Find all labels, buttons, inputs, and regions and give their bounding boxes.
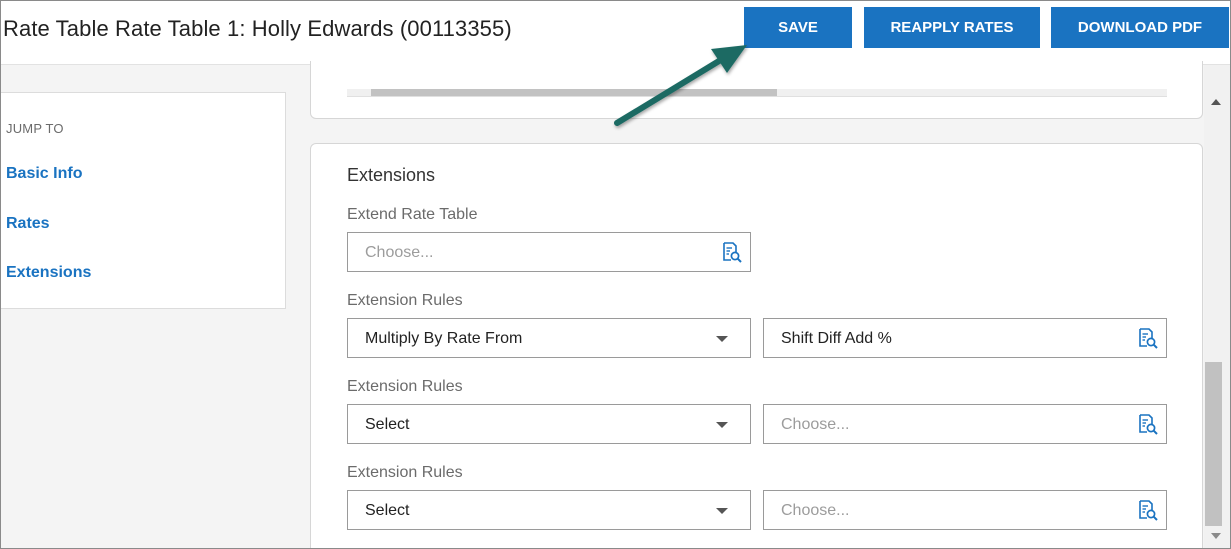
extend-rate-table-label: Extend Rate Table	[347, 206, 478, 223]
page-title: Rate Table Rate Table 1: Holly Edwards (…	[3, 16, 512, 41]
extension-rule-select[interactable]: Select	[347, 404, 751, 444]
extension-rules-label: Extension Rules	[347, 378, 463, 395]
extension-rule-lookup-placeholder: Choose...	[781, 416, 850, 433]
app-window: Rate Table Rate Table 1: Holly Edwards (…	[0, 0, 1231, 549]
lookup-search-icon[interactable]	[1135, 412, 1159, 436]
chevron-down-icon	[716, 336, 728, 342]
extend-rate-table-placeholder: Choose...	[365, 244, 434, 261]
extension-rule-select-value: Select	[365, 416, 410, 433]
extension-rule-lookup[interactable]: Choose...	[763, 490, 1167, 530]
reapply-rates-button[interactable]: REAPPLY RATES	[864, 7, 1040, 48]
extension-rule-lookup-placeholder: Choose...	[781, 502, 850, 519]
extension-rule-select-value: Select	[365, 502, 410, 519]
extension-rule-select[interactable]: Multiply By Rate From	[347, 318, 751, 358]
extensions-card: Extensions Extend Rate Table Choose... E…	[310, 143, 1203, 548]
jump-link-rates[interactable]: Rates	[6, 215, 50, 233]
lookup-search-icon[interactable]	[1135, 326, 1159, 350]
chevron-down-icon	[716, 422, 728, 428]
extension-rule-lookup[interactable]: Shift Diff Add %	[763, 318, 1167, 358]
lookup-search-icon[interactable]	[719, 240, 743, 264]
horizontal-scrollbar-thumb[interactable]	[371, 89, 777, 96]
lookup-search-icon[interactable]	[1135, 498, 1159, 522]
chevron-down-icon	[716, 508, 728, 514]
rates-card	[310, 61, 1203, 119]
extend-rate-table-lookup[interactable]: Choose...	[347, 232, 751, 272]
horizontal-scrollbar[interactable]	[347, 89, 1167, 97]
extensions-title: Extensions	[347, 165, 436, 185]
vertical-scrollbar[interactable]	[1204, 65, 1230, 548]
page-header: Rate Table Rate Table 1: Holly Edwards (…	[1, 1, 1230, 65]
extension-rule-lookup-value: Shift Diff Add %	[781, 330, 892, 347]
download-pdf-button[interactable]: DOWNLOAD PDF	[1051, 7, 1229, 48]
extension-rule-lookup[interactable]: Choose...	[763, 404, 1167, 444]
scroll-up-icon[interactable]	[1211, 99, 1221, 105]
extension-rules-label: Extension Rules	[347, 464, 463, 481]
scroll-down-icon[interactable]	[1211, 533, 1221, 539]
save-button[interactable]: SAVE	[744, 7, 852, 48]
vertical-scrollbar-thumb[interactable]	[1205, 362, 1222, 526]
extension-rules-label: Extension Rules	[347, 292, 463, 309]
jump-link-extensions[interactable]: Extensions	[6, 264, 91, 282]
jump-to-panel: JUMP TO Basic Info Rates Extensions	[1, 92, 286, 309]
extension-rule-select-value: Multiply By Rate From	[365, 330, 523, 347]
extension-rule-select[interactable]: Select	[347, 490, 751, 530]
jump-to-heading: JUMP TO	[6, 121, 64, 136]
jump-link-basic-info[interactable]: Basic Info	[6, 165, 82, 183]
